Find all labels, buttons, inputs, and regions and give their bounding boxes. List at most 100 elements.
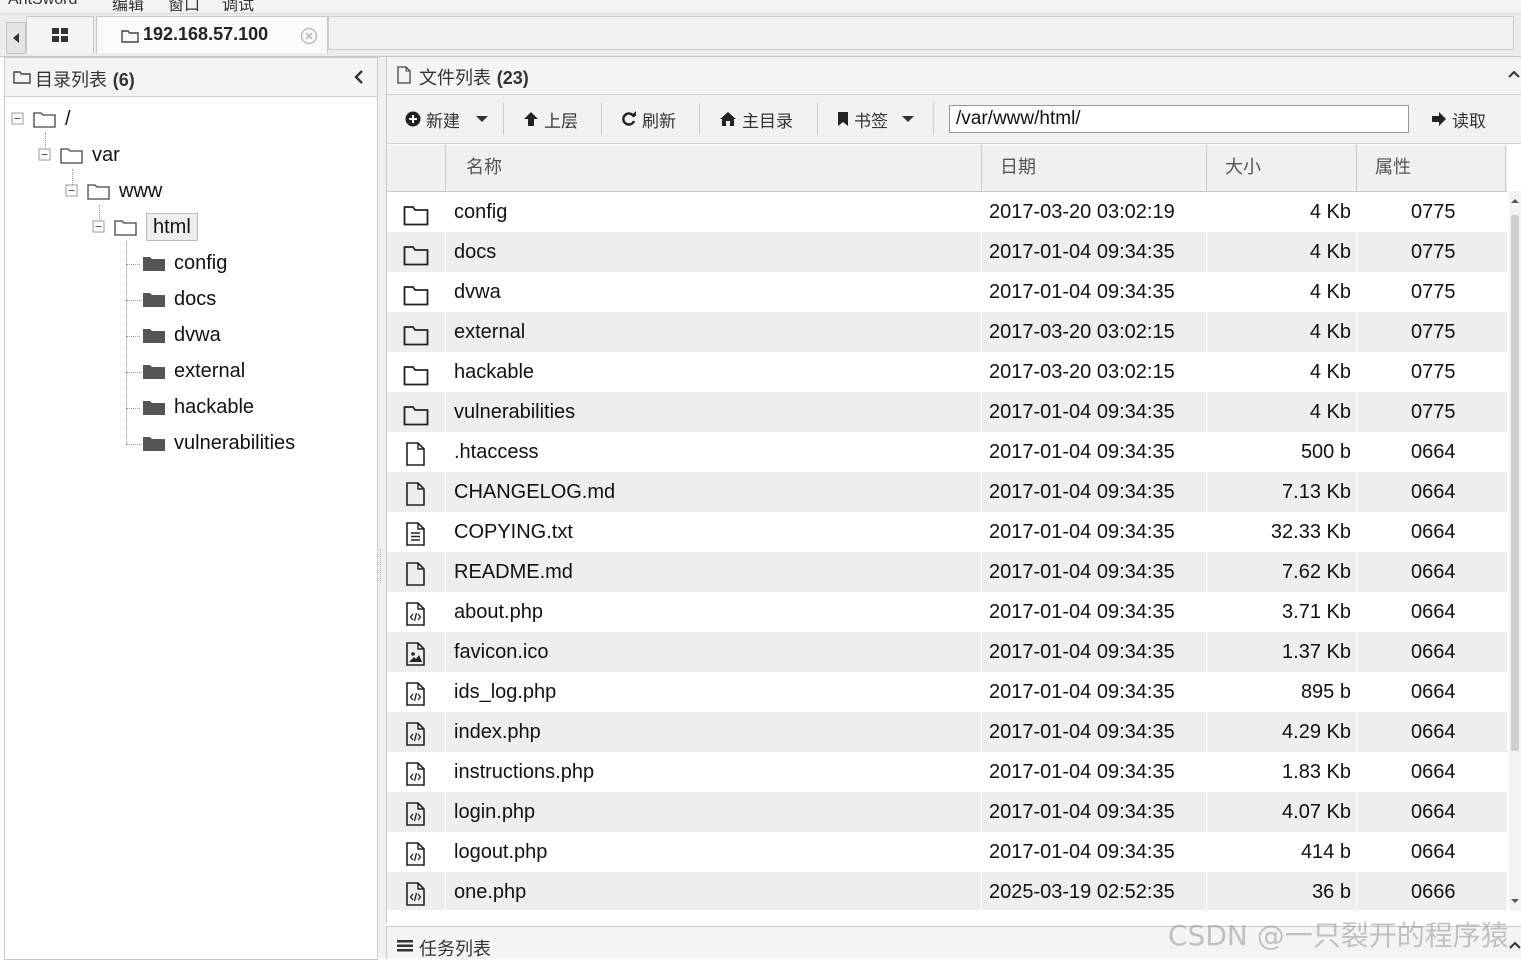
- directory-panel-title: 目录列表 (6): [35, 70, 135, 91]
- column-separator: [1356, 312, 1357, 352]
- path-input[interactable]: [949, 105, 1409, 133]
- column-separator: [981, 552, 982, 592]
- tree-node-child[interactable]: docs: [142, 284, 216, 314]
- file-size: 4 Kb: [1309, 201, 1351, 223]
- column-name[interactable]: 名称: [445, 145, 1002, 191]
- tree-node-var[interactable]: var: [38, 140, 120, 170]
- file-attr: 0775: [1411, 281, 1456, 303]
- scroll-up-icon[interactable]: [1511, 197, 1519, 205]
- file-name: COPYING.txt: [454, 521, 573, 543]
- tree-node-child[interactable]: vulnerabilities: [142, 428, 295, 458]
- tab-scroll-left-button[interactable]: [6, 22, 26, 54]
- column-separator: [445, 552, 446, 592]
- file-attr: 0666: [1411, 881, 1456, 903]
- file-attr: 0664: [1411, 681, 1456, 703]
- file-name: hackable: [454, 361, 535, 383]
- close-icon[interactable]: [300, 27, 318, 45]
- table-row[interactable]: external 2017-03-20 03:02:15 4 Kb 0775: [387, 312, 1507, 352]
- new-button[interactable]: 新建: [405, 105, 493, 133]
- table-row[interactable]: ids_log.php 2017-01-04 09:34:35 895 b 0664: [387, 672, 1507, 712]
- caret-down-icon: [902, 116, 914, 122]
- tree-node-child[interactable]: dvwa: [142, 320, 221, 350]
- menu-item-debug[interactable]: 调试: [222, 0, 254, 13]
- collapse-icon[interactable]: [92, 220, 106, 234]
- tree-node-child[interactable]: hackable: [142, 392, 254, 422]
- collapse-icon[interactable]: [38, 148, 52, 162]
- column-separator: [981, 392, 982, 432]
- watermark: CSDN @一只裂开的程序猿: [1168, 919, 1509, 952]
- toolbar-separator: [933, 103, 934, 135]
- folder-icon: [121, 30, 139, 43]
- column-size[interactable]: 大小: [1206, 145, 1355, 191]
- tree-node-www[interactable]: www: [65, 176, 162, 206]
- panel-splitter[interactable]: [378, 57, 386, 958]
- file-date: 2017-01-04 09:34:35: [989, 721, 1175, 743]
- scroll-down-icon[interactable]: [1511, 897, 1519, 905]
- column-separator: [445, 352, 446, 392]
- tree-label: var: [92, 143, 120, 166]
- menu-item-window[interactable]: 窗口: [168, 0, 200, 13]
- file-size: 1.83 Kb: [1282, 761, 1351, 783]
- menu-item-edit[interactable]: 编辑: [112, 0, 144, 13]
- column-attr[interactable]: 属性: [1356, 145, 1506, 191]
- collapse-icon[interactable]: [11, 112, 25, 126]
- text-file-icon: [403, 520, 429, 546]
- refresh-button[interactable]: 刷新: [621, 105, 676, 133]
- file-name: config: [454, 201, 508, 223]
- table-row[interactable]: vulnerabilities 2017-01-04 09:34:35 4 Kb 07…: [387, 392, 1507, 432]
- column-separator: [981, 632, 982, 672]
- file-size: 3.71 Kb: [1282, 601, 1351, 623]
- scroll-thumb[interactable]: [1511, 215, 1519, 751]
- column-date[interactable]: 日期: [981, 145, 1205, 191]
- table-row[interactable]: dvwa 2017-01-04 09:34:35 4 Kb 0775: [387, 272, 1507, 312]
- bookmark-button[interactable]: 书签: [837, 105, 919, 133]
- tree-node-root[interactable]: /: [11, 104, 71, 134]
- tree-label: docs: [174, 287, 217, 310]
- file-size: 4 Kb: [1309, 401, 1351, 423]
- file-name: one.php: [454, 881, 527, 903]
- column-separator: [445, 272, 446, 312]
- table-row[interactable]: index.php 2017-01-04 09:34:35 4.29 Kb 0664: [387, 712, 1507, 752]
- chevron-up-icon[interactable]: [1508, 70, 1520, 78]
- table-row[interactable]: CHANGELOG.md 2017-01-04 09:34:35 7.13 Kb 06…: [387, 472, 1507, 512]
- tab-host[interactable]: 192.168.57.100: [96, 16, 328, 53]
- table-row[interactable]: COPYING.txt 2017-01-04 09:34:35 32.33 Kb 06…: [387, 512, 1507, 552]
- table-row[interactable]: instructions.php 2017-01-04 09:34:35 1.83 …: [387, 752, 1507, 792]
- tree-label: dvwa: [174, 323, 221, 346]
- home-dir-button[interactable]: 主目录: [719, 105, 793, 133]
- column-separator: [445, 672, 446, 712]
- table-row[interactable]: docs 2017-01-04 09:34:35 4 Kb 0775: [387, 232, 1507, 272]
- up-level-button[interactable]: 上层: [523, 105, 578, 133]
- table-row[interactable]: README.md 2017-01-04 09:34:35 7.62 Kb 0664: [387, 552, 1507, 592]
- file-attr: 0664: [1411, 721, 1456, 743]
- file-attr: 0664: [1411, 761, 1456, 783]
- table-row[interactable]: hackable 2017-03-20 03:02:15 4 Kb 0775: [387, 352, 1507, 392]
- table-row[interactable]: about.php 2017-01-04 09:34:35 3.71 Kb 0664: [387, 592, 1507, 632]
- tree-node-child[interactable]: config: [142, 248, 227, 278]
- table-row[interactable]: favicon.ico 2017-01-04 09:34:35 1.37 Kb 066…: [387, 632, 1507, 672]
- splitter-grip[interactable]: [380, 549, 384, 583]
- file-list-scrollbar[interactable]: [1509, 191, 1521, 911]
- tree-node-html[interactable]: html: [92, 212, 198, 242]
- file-date: 2017-01-04 09:34:35: [989, 841, 1175, 863]
- tab-home[interactable]: [26, 16, 94, 53]
- column-separator: [445, 792, 446, 832]
- chevron-left-icon[interactable]: [353, 70, 365, 84]
- tab-host-label: 192.168.57.100: [143, 24, 269, 44]
- collapse-icon[interactable]: [65, 184, 79, 198]
- chevron-up-icon[interactable]: [1509, 941, 1521, 949]
- read-button[interactable]: 读取: [1431, 105, 1486, 133]
- file-name: login.php: [454, 801, 536, 823]
- toolbar-separator: [601, 103, 602, 135]
- table-row[interactable]: logout.php 2017-01-04 09:34:35 414 b 0664: [387, 832, 1507, 872]
- table-row[interactable]: .htaccess 2017-01-04 09:34:35 500 b 0664: [387, 432, 1507, 472]
- table-row[interactable]: config 2017-03-20 03:02:19 4 Kb 0775: [387, 192, 1507, 232]
- file-attr: 0775: [1411, 401, 1456, 423]
- file-name: instructions.php: [454, 761, 595, 783]
- menu-item-app[interactable]: AntSword: [8, 0, 77, 9]
- table-row[interactable]: login.php 2017-01-04 09:34:35 4.07 Kb 0664: [387, 792, 1507, 832]
- tree-connector: [126, 300, 140, 301]
- table-row[interactable]: one.php 2025-03-19 02:52:35 36 b 0666: [387, 872, 1507, 910]
- tree-node-child[interactable]: external: [142, 356, 245, 386]
- file-size: 7.62 Kb: [1282, 561, 1351, 583]
